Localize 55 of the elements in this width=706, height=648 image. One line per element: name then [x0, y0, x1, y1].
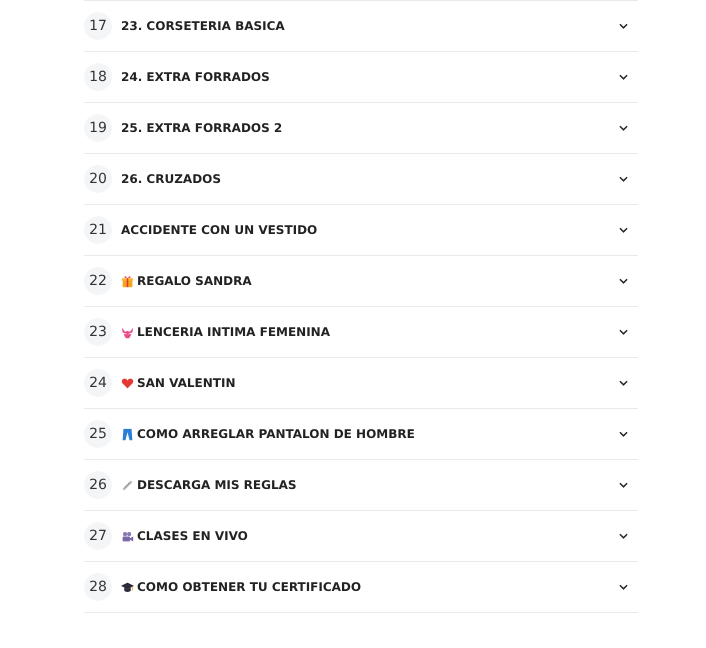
chevron-icon: [619, 380, 628, 386]
section-number: 20: [84, 165, 112, 193]
chevron-icon: [619, 431, 628, 437]
chevron-icon: [619, 278, 628, 284]
ruler-icon: [121, 478, 134, 492]
section-row[interactable]: 25 COMO ARREGLAR PANTALON DE HOMBRE: [84, 409, 638, 460]
gift-icon: [121, 274, 134, 288]
section-number: 24: [84, 369, 112, 397]
section-number: 17: [84, 12, 112, 40]
section-title: LENCERIA INTIMA FEMENINA: [137, 324, 330, 341]
chevron-icon: [619, 482, 628, 488]
section-title: REGALO SANDRA: [137, 273, 252, 290]
chevron-icon: [619, 533, 628, 539]
chevron-icon: [619, 227, 628, 233]
chevron-icon: [619, 584, 628, 590]
section-row[interactable]: 28 COMO OBTENER TU CERTIFICADO: [84, 562, 638, 613]
lingerie-icon: [121, 326, 134, 338]
trousers-icon: [121, 428, 134, 440]
section-number: 23: [84, 318, 112, 346]
movie-camera-icon: [121, 530, 134, 542]
heart-icon: [121, 376, 134, 390]
section-title: 23. CORSETERIA BASICA: [121, 18, 285, 35]
section-title: CLASES EN VIVO: [137, 528, 248, 545]
section-number: 18: [84, 63, 112, 91]
section-title: 26. CRUZADOS: [121, 171, 222, 188]
section-number: 26: [84, 471, 112, 499]
section-title: COMO ARREGLAR PANTALON DE HOMBRE: [137, 426, 415, 443]
section-title: 25. EXTRA FORRADOS 2: [121, 120, 282, 137]
section-number: 21: [84, 216, 112, 244]
section-number: 28: [84, 573, 112, 601]
section-row[interactable]: 19 25. EXTRA FORRADOS 2: [84, 103, 638, 154]
section-title: COMO OBTENER TU CERTIFICADO: [137, 579, 362, 596]
section-row[interactable]: 22 REGALO SANDRA: [84, 256, 638, 307]
chevron-icon: [619, 176, 628, 182]
graduation-cap-icon: [121, 580, 134, 594]
section-row[interactable]: 23 LENCERIA INTIMA FEMENINA: [84, 307, 638, 358]
chevron-icon: [619, 125, 628, 131]
section-title: DESCARGA MIS REGLAS: [137, 477, 297, 494]
section-row[interactable]: 27 CLASES EN VIVO: [84, 511, 638, 562]
section-number: 27: [84, 522, 112, 550]
section-number: 22: [84, 267, 112, 295]
section-row[interactable]: 24 SAN VALENTIN: [84, 358, 638, 409]
section-row[interactable]: 17 23. CORSETERIA BASICA: [84, 1, 638, 52]
section-number: 25: [84, 420, 112, 448]
section-title: ACCIDENTE CON UN VESTIDO: [121, 222, 318, 239]
chevron-icon: [619, 23, 628, 29]
section-row[interactable]: 20 26. CRUZADOS: [84, 154, 638, 205]
section-title: 24. EXTRA FORRADOS: [121, 69, 270, 86]
chevron-icon: [619, 74, 628, 80]
section-title: SAN VALENTIN: [137, 375, 236, 392]
section-row[interactable]: 21 ACCIDENTE CON UN VESTIDO: [84, 205, 638, 256]
section-row[interactable]: 26 DESCARGA MIS REGLAS: [84, 460, 638, 511]
chevron-icon: [619, 329, 628, 335]
section-row[interactable]: 18 24. EXTRA FORRADOS: [84, 52, 638, 103]
section-number: 19: [84, 114, 112, 142]
